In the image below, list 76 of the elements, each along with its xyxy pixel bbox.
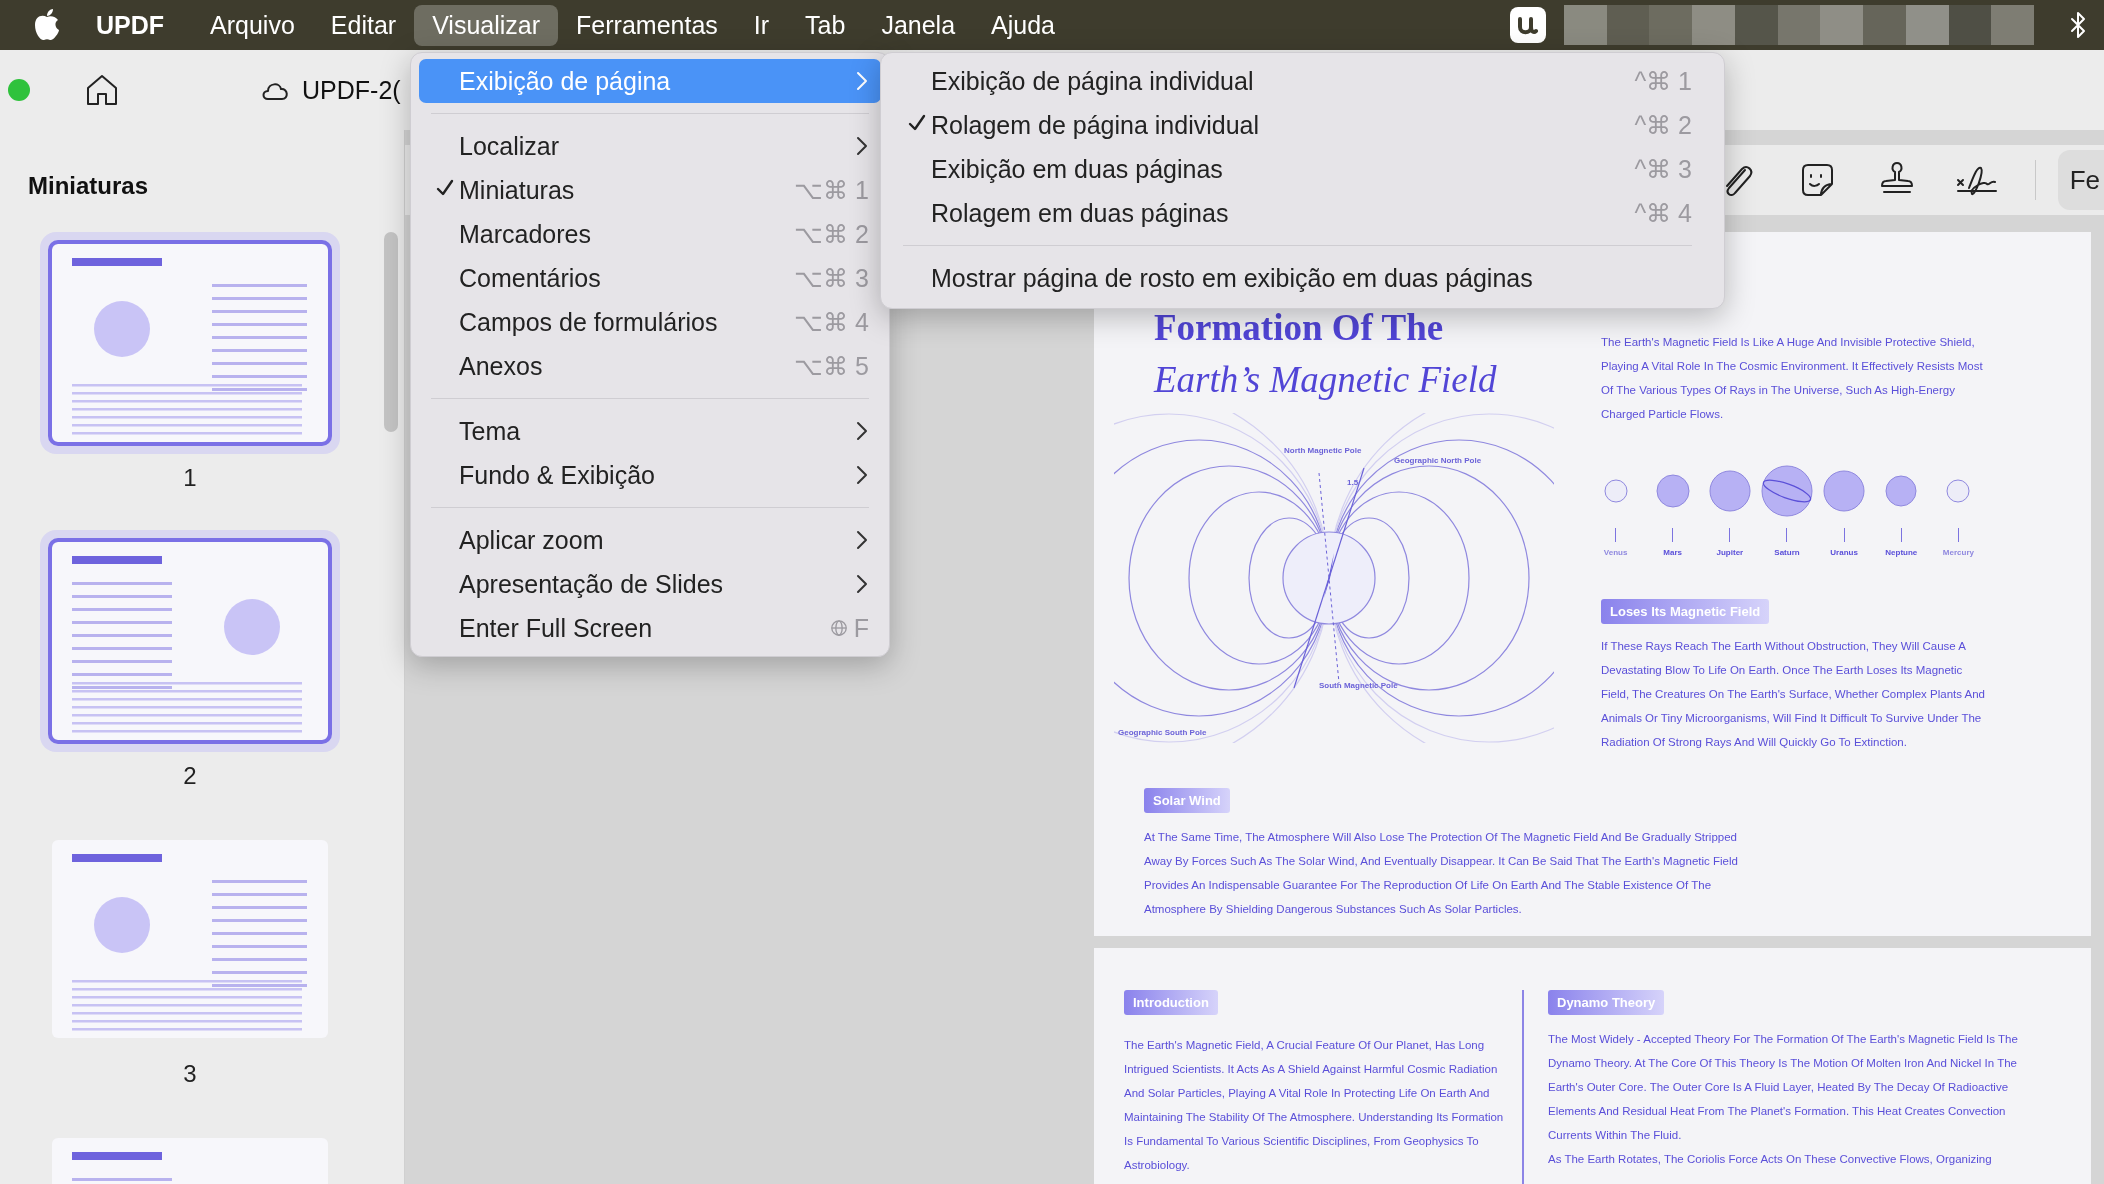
menu-item[interactable]: Enter Full Screen F <box>419 606 881 650</box>
planet-label: Jupiter <box>1716 548 1744 557</box>
diagram-label: Geographic South Pole <box>1118 728 1207 737</box>
menu-item[interactable]: Anexos ⌥⌘ 5 <box>419 344 881 388</box>
page-number: 3 <box>183 1060 197 1088</box>
planet-icon <box>1946 479 1971 503</box>
menu-item[interactable]: Fundo & Exibição <box>419 453 881 497</box>
planet-icon <box>1761 465 1813 517</box>
paragraph: The Earth's Magnetic Field, A Crucial Feature Of Our Planet, Has Long Intrigued Scientists. It Acts As A Shield Against Harmful Cosmic Radiation And Solar Particles, Playing A Vital Role In Protecting Life On Earth And Maintaining The Stability Of The Atmosphere. Understanding Its Formation Is Fundamental To Various Scientific Disciplines, From Geophysics To Astrobiology. <box>1124 1038 1505 1173</box>
paragraph: At The Same Time, The Atmosphere Will Also Lose The Protection Of The Magnetic Field And Be Gradually Stripped Away By Forces Such As The Solar Wind, And Eventually Disappear. It Can Be Said That The Earth's Magnetic Field Provides An Indispensable Guarantee For The Reproduction Of Life On Earth And The Stable Existence Of The Atmosphere By Shielding Dangerous Substances Such As Solar Particles. <box>1144 829 1739 917</box>
paragraph: The Most Widely - Accepted Theory For The Formation Of The Earth's Magnetic Field Is The Dynamo Theory. At The Core Of This Theory Is The Motion Of Molten Iron And Nickel In The Earth's Outer Core. The Outer Core Is A Fluid Layer, Heated By The Decay Of Radioactive Elements And Residual Heat From The Planet's Formation. This Heat Creates Convection Currents Within The Fluid. <box>1548 1032 2018 1143</box>
checkmark-icon <box>908 114 926 132</box>
section-heading: Dynamo Theory <box>1548 990 1665 1015</box>
sidebar-title: Miniaturas <box>27 171 150 200</box>
page-title: Formation Of The <box>1154 308 1445 348</box>
planet-icon <box>1655 474 1690 508</box>
planet-icon <box>1603 479 1628 503</box>
apple-logo-icon[interactable] <box>32 8 62 42</box>
menu-bar-item[interactable]: Ir <box>735 4 788 46</box>
menu-bar-item[interactable]: Ajuda <box>973 4 1073 46</box>
paragraph: As The Earth Rotates, The Coriolis Force Acts On These Convective Flows, Organizing <box>1548 1152 1993 1167</box>
app-logo-icon[interactable] <box>1510 7 1546 43</box>
chevron-icon <box>855 420 869 442</box>
page-number: 1 <box>183 464 197 492</box>
menu-bar-item[interactable]: Ferramentas <box>558 4 736 46</box>
planet-icon <box>1708 470 1751 512</box>
thumbnail-card[interactable] <box>40 232 340 454</box>
menu-item[interactable]: Rolagem em duas páginas ^⌘ 4 <box>891 191 1704 235</box>
menu-item[interactable]: Comentários ⌥⌘ 3 <box>419 256 881 300</box>
menu-bar-item[interactable]: Janela <box>863 4 974 46</box>
diagram-label: South Magnetic Pole <box>1319 681 1398 690</box>
planet-icon <box>1885 475 1918 507</box>
bluetooth-icon[interactable] <box>2068 11 2088 39</box>
diagram-label: Geographic North Pole <box>1394 456 1482 465</box>
planet-label: Saturn <box>1774 548 1800 557</box>
planet-label: Mercury <box>1942 548 1974 557</box>
paragraph: If These Rays Reach The Earth Without Obstruction, They Will Cause A Devastating Blow To Life On Earth. Once The Earth Loses Its Magnetic Field, The Creatures On The Earth's Surface, Whether Complex Plants And Animals Or Tiny Microorganisms, Will Find It Difficult To Survive Under The Radiation Of Strong Rays And Will Quickly Go To Extinction. <box>1601 639 1986 750</box>
menu-item[interactable]: Exibição de página individual ^⌘ 1 <box>891 59 1704 103</box>
chevron-icon <box>855 573 869 595</box>
menu-item[interactable]: Campos de formulários ⌥⌘ 4 <box>419 300 881 344</box>
planet-icon <box>1823 470 1866 512</box>
menu-item[interactable]: Rolagem de página individual ^⌘ 2 <box>891 103 1704 147</box>
chevron-icon <box>855 464 869 486</box>
planet-label: Uranus <box>1830 548 1858 557</box>
menu-item[interactable]: Localizar <box>419 124 881 168</box>
page-number: 2 <box>183 762 197 790</box>
menu-item[interactable]: Mostrar página de rosto em exibição em duas páginas <box>891 256 1704 300</box>
chevron-icon <box>855 135 869 157</box>
menu-bar-item[interactable]: Visualizar <box>414 4 559 46</box>
menu-item[interactable]: Apresentação de Slides <box>419 562 881 606</box>
app-name[interactable]: UPDF <box>96 10 165 40</box>
planet-label: Neptune <box>1885 548 1918 557</box>
checkmark-icon <box>436 179 454 197</box>
menu-bar-item[interactable]: Editar <box>312 4 415 46</box>
scrollbar-thumb[interactable] <box>384 232 398 432</box>
menu-bar-item[interactable]: Tab <box>787 4 864 46</box>
section-heading: Introduction <box>1124 990 1218 1015</box>
diagram-label: 1.5 <box>1347 478 1359 487</box>
page-subtitle: Earth’s Magnetic Field <box>1154 358 1498 401</box>
chevron-icon <box>855 70 869 92</box>
thumbnail-card[interactable] <box>40 530 340 752</box>
section-heading: Loses Its Magnetic Field <box>1601 599 1770 624</box>
menu-item[interactable]: Exibição em duas páginas ^⌘ 3 <box>891 147 1704 191</box>
menu-bar-item[interactable]: Arquivo <box>192 4 313 46</box>
diagram-label: North Magnetic Pole <box>1284 446 1362 455</box>
menu-item[interactable]: Marcadores ⌥⌘ 2 <box>419 212 881 256</box>
paragraph: The Earth's Magnetic Field Is Like A Huge And Invisible Protective Shield, Playing A Vital Role In The Cosmic Environment. It Effectively Resists Most Of The Various Types Of Rays in The Universe, Such As High-Energy Charged Particle Flows. <box>1601 335 1984 422</box>
section-heading: Solar Wind <box>1144 787 1230 813</box>
planet-label: Venus <box>1603 548 1628 557</box>
toolbar-button[interactable]: Fe <box>2057 150 2104 210</box>
chevron-icon <box>855 529 869 551</box>
menu-item[interactable]: Aplicar zoom <box>419 518 881 562</box>
menu-item[interactable]: Tema <box>419 409 881 453</box>
document-title: UPDF-2( <box>302 75 401 105</box>
planet-label: Mars <box>1663 548 1683 557</box>
menu-item[interactable]: Miniaturas ⌥⌘ 1 <box>419 168 881 212</box>
